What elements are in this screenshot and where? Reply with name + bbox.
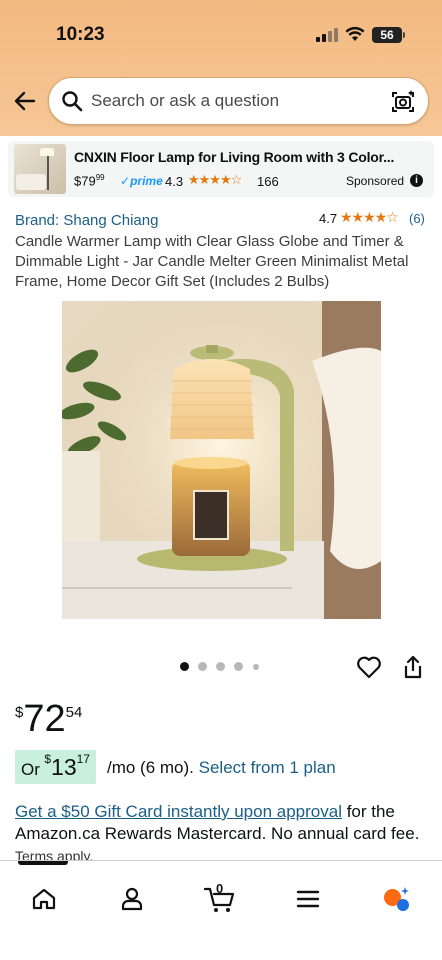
menu-icon (296, 890, 320, 908)
search-icon (62, 91, 83, 112)
prime-badge: ✓prime (120, 174, 163, 188)
ad-review-count: 166 (257, 174, 279, 189)
ad-rating: 4.3 (165, 174, 184, 189)
wifi-icon (345, 26, 365, 41)
select-plan-link[interactable]: Select from 1 plan (199, 758, 336, 777)
ad-thumbnail[interactable] (14, 144, 66, 194)
bottom-nav: 0 (0, 860, 442, 960)
price-currency: $ (15, 704, 24, 721)
carousel-dot[interactable] (216, 662, 225, 671)
nav-rufus[interactable] (374, 879, 418, 919)
carousel-dot[interactable] (180, 662, 189, 671)
product-title: Candle Warmer Lamp with Clear Glass Glob… (15, 233, 409, 290)
installment-terms: /mo (6 mo). Select from 1 plan (107, 758, 336, 778)
battery-tip (403, 32, 405, 38)
price-whole: 72 (23, 698, 66, 740)
ad-stars-icon: ★★★★☆ (188, 172, 242, 187)
user-icon (121, 887, 143, 911)
battery-indicator: 56 (372, 27, 402, 43)
cart-count-badge: 0 (216, 881, 224, 896)
carousel-dot[interactable] (198, 662, 207, 671)
nav-cart[interactable]: 0 (198, 879, 242, 919)
per-month-text: /mo (6 mo). (107, 758, 194, 777)
nav-home[interactable] (22, 879, 66, 919)
brand-link[interactable]: Brand: Shang Chiang (15, 212, 158, 229)
camera-lens-icon[interactable] (390, 89, 416, 115)
active-tab-indicator (18, 861, 68, 865)
header: 10:23 56 (0, 0, 442, 136)
search-bar[interactable] (48, 77, 429, 125)
gift-card-link[interactable]: Get a $50 Gift Card instantly upon appro… (15, 802, 342, 821)
prime-label: prime (130, 174, 163, 188)
sponsored-label: Sponsored (346, 174, 405, 188)
rufus-assistant-icon (384, 887, 409, 911)
installment-or: Or (21, 760, 40, 779)
cellular-signal-icon (316, 28, 340, 42)
nav-account[interactable] (110, 879, 154, 919)
product-price: $7254 (15, 698, 82, 741)
nav-menu[interactable] (286, 879, 330, 919)
ad-title[interactable]: CNXIN Floor Lamp for Living Room with 3 … (74, 149, 394, 165)
home-icon (32, 888, 56, 910)
product-image[interactable] (62, 301, 381, 619)
carousel-dot[interactable] (253, 664, 259, 670)
back-arrow-icon[interactable] (12, 88, 38, 114)
installment-fraction: 17 (76, 752, 90, 766)
review-count-link[interactable]: (6) (409, 211, 425, 226)
price-fraction: 54 (65, 704, 83, 721)
ad-price: $7999 (74, 173, 105, 188)
product-image-illustration (62, 301, 381, 619)
status-time: 10:23 (56, 24, 105, 45)
installment-whole: 13 (51, 754, 77, 780)
carousel-dot[interactable] (234, 662, 243, 671)
product-stars-icon[interactable]: ★★★★☆ (340, 209, 399, 226)
installment-currency: $ (44, 752, 52, 766)
product-rating: 4.7 (319, 211, 338, 226)
heart-icon[interactable] (356, 655, 382, 679)
ad-price-fraction: 99 (95, 173, 105, 182)
installment-pill: Or $1317 (15, 750, 96, 784)
sponsored-ad[interactable]: CNXIN Floor Lamp for Living Room with 3 … (8, 141, 434, 197)
ad-price-whole: $79 (74, 173, 96, 189)
share-icon[interactable] (401, 654, 425, 680)
search-input[interactable] (91, 78, 381, 124)
gift-card-offer: Get a $50 Gift Card instantly upon appro… (15, 801, 429, 867)
info-icon[interactable]: i (410, 174, 423, 187)
